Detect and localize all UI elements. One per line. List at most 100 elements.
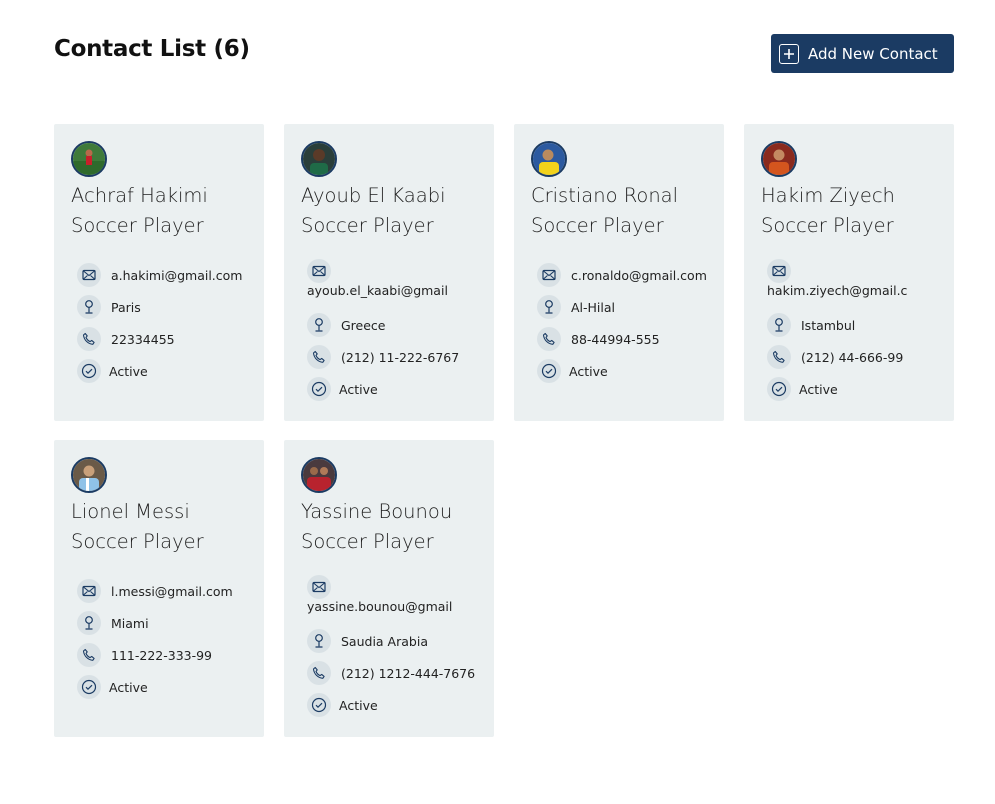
add-new-contact-button[interactable]: Add New Contact: [771, 34, 954, 73]
contact-email[interactable]: hakim.ziyech@gmail.c: [761, 283, 954, 298]
mail-icon: [307, 575, 331, 599]
status-row: Active: [71, 671, 264, 703]
map-pin-icon: [77, 295, 101, 319]
phone-icon: [77, 327, 101, 351]
phone-icon: [77, 643, 101, 667]
contact-name: Achraf Hakimi: [71, 184, 208, 207]
phone-row: (212) 1212-444-7676: [301, 657, 494, 689]
email-row: ayoub.el_kaabi@gmail: [301, 259, 494, 309]
contact-card[interactable]: Ayoub El Kaabi Soccer Player ayoub.el_ka…: [284, 124, 494, 421]
contact-name: Ayoub El Kaabi: [301, 184, 446, 207]
contact-location: Greece: [341, 317, 386, 333]
avatar: [301, 457, 337, 493]
contact-phone[interactable]: (212) 1212-444-7676: [341, 666, 475, 681]
contact-role: Soccer Player: [531, 214, 664, 237]
contact-card[interactable]: Hakim Ziyech Soccer Player hakim.ziyech@…: [744, 124, 954, 421]
map-pin-icon: [767, 313, 791, 337]
status-row: Active: [531, 355, 724, 387]
status-row: Active: [71, 355, 264, 387]
phone-row: (212) 11-222-6767: [301, 341, 494, 373]
avatar: [301, 141, 337, 177]
phone-row: 22334455: [71, 323, 264, 355]
phone-icon: [767, 345, 791, 369]
contact-role: Soccer Player: [301, 214, 434, 237]
contact-email[interactable]: c.ronaldo@gmail.com: [571, 268, 707, 283]
add-new-contact-label: Add New Contact: [808, 44, 938, 63]
contact-phone[interactable]: (212) 44-666-99: [801, 350, 903, 365]
check-circle-icon: [767, 377, 791, 401]
contact-location: Al-Hilal: [571, 299, 616, 315]
contact-location: Saudia Arabia: [341, 633, 428, 649]
avatar: [531, 141, 567, 177]
avatar: [71, 141, 107, 177]
avatar: [761, 141, 797, 177]
mail-icon: [537, 263, 561, 287]
contact-card[interactable]: Yassine Bounou Soccer Player yassine.bou…: [284, 440, 494, 737]
location-row: Paris: [71, 291, 264, 323]
contact-role: Soccer Player: [761, 214, 894, 237]
contact-email[interactable]: l.messi@gmail.com: [111, 584, 233, 599]
location-row: Miami: [71, 607, 264, 639]
contact-location: Istambul: [801, 317, 856, 333]
email-row: c.ronaldo@gmail.com: [531, 259, 724, 291]
phone-icon: [307, 661, 331, 685]
contact-role: Soccer Player: [71, 530, 204, 553]
phone-row: 111-222-333-99: [71, 639, 264, 671]
contact-phone[interactable]: (212) 11-222-6767: [341, 350, 459, 365]
mail-icon: [77, 263, 101, 287]
location-row: Greece: [301, 309, 494, 341]
email-row: hakim.ziyech@gmail.c: [761, 259, 954, 309]
contact-phone[interactable]: 88-44994-555: [571, 332, 660, 347]
contact-status: Active: [109, 363, 148, 379]
check-circle-icon: [77, 675, 101, 699]
contact-name: Yassine Bounou: [301, 500, 453, 523]
map-pin-icon: [307, 313, 331, 337]
mail-icon: [767, 259, 791, 283]
phone-row: (212) 44-666-99: [761, 341, 954, 373]
contact-card[interactable]: Lionel Messi Soccer Player l.messi@gmail…: [54, 440, 264, 737]
contact-role: Soccer Player: [71, 214, 204, 237]
check-circle-icon: [77, 359, 101, 383]
contact-card[interactable]: Achraf Hakimi Soccer Player a.hakimi@gma…: [54, 124, 264, 421]
avatar: [71, 457, 107, 493]
phone-icon: [307, 345, 331, 369]
map-pin-icon: [307, 629, 331, 653]
check-circle-icon: [307, 693, 331, 717]
contact-card[interactable]: Cristiano Ronal Soccer Player c.ronaldo@…: [514, 124, 724, 421]
status-row: Active: [301, 373, 494, 405]
email-row: a.hakimi@gmail.com: [71, 259, 264, 291]
contact-location: Miami: [111, 615, 149, 631]
check-circle-icon: [537, 359, 561, 383]
status-row: Active: [301, 689, 494, 721]
contact-email[interactable]: yassine.bounou@gmail: [301, 599, 494, 614]
mail-icon: [77, 579, 101, 603]
contact-role: Soccer Player: [301, 530, 434, 553]
contact-status: Active: [339, 697, 378, 713]
contact-name: Cristiano Ronal: [531, 184, 679, 207]
page-title: Contact List (6): [54, 36, 250, 62]
contact-status: Active: [339, 381, 378, 397]
location-row: Saudia Arabia: [301, 625, 494, 657]
status-row: Active: [761, 373, 954, 405]
contact-phone[interactable]: 111-222-333-99: [111, 648, 212, 663]
email-row: yassine.bounou@gmail: [301, 575, 494, 625]
phone-row: 88-44994-555: [531, 323, 724, 355]
email-row: l.messi@gmail.com: [71, 575, 264, 607]
contact-status: Active: [109, 679, 148, 695]
location-row: Istambul: [761, 309, 954, 341]
contact-status: Active: [799, 381, 838, 397]
phone-icon: [537, 327, 561, 351]
map-pin-icon: [537, 295, 561, 319]
contact-name: Lionel Messi: [71, 500, 190, 523]
location-row: Al-Hilal: [531, 291, 724, 323]
contact-location: Paris: [111, 299, 141, 315]
check-circle-icon: [307, 377, 331, 401]
mail-icon: [307, 259, 331, 283]
plus-square-icon: [779, 43, 799, 64]
contact-name: Hakim Ziyech: [761, 184, 895, 207]
contact-email[interactable]: a.hakimi@gmail.com: [111, 268, 242, 283]
contact-status: Active: [569, 363, 608, 379]
contact-phone[interactable]: 22334455: [111, 332, 175, 347]
map-pin-icon: [77, 611, 101, 635]
contact-email[interactable]: ayoub.el_kaabi@gmail: [301, 283, 494, 298]
